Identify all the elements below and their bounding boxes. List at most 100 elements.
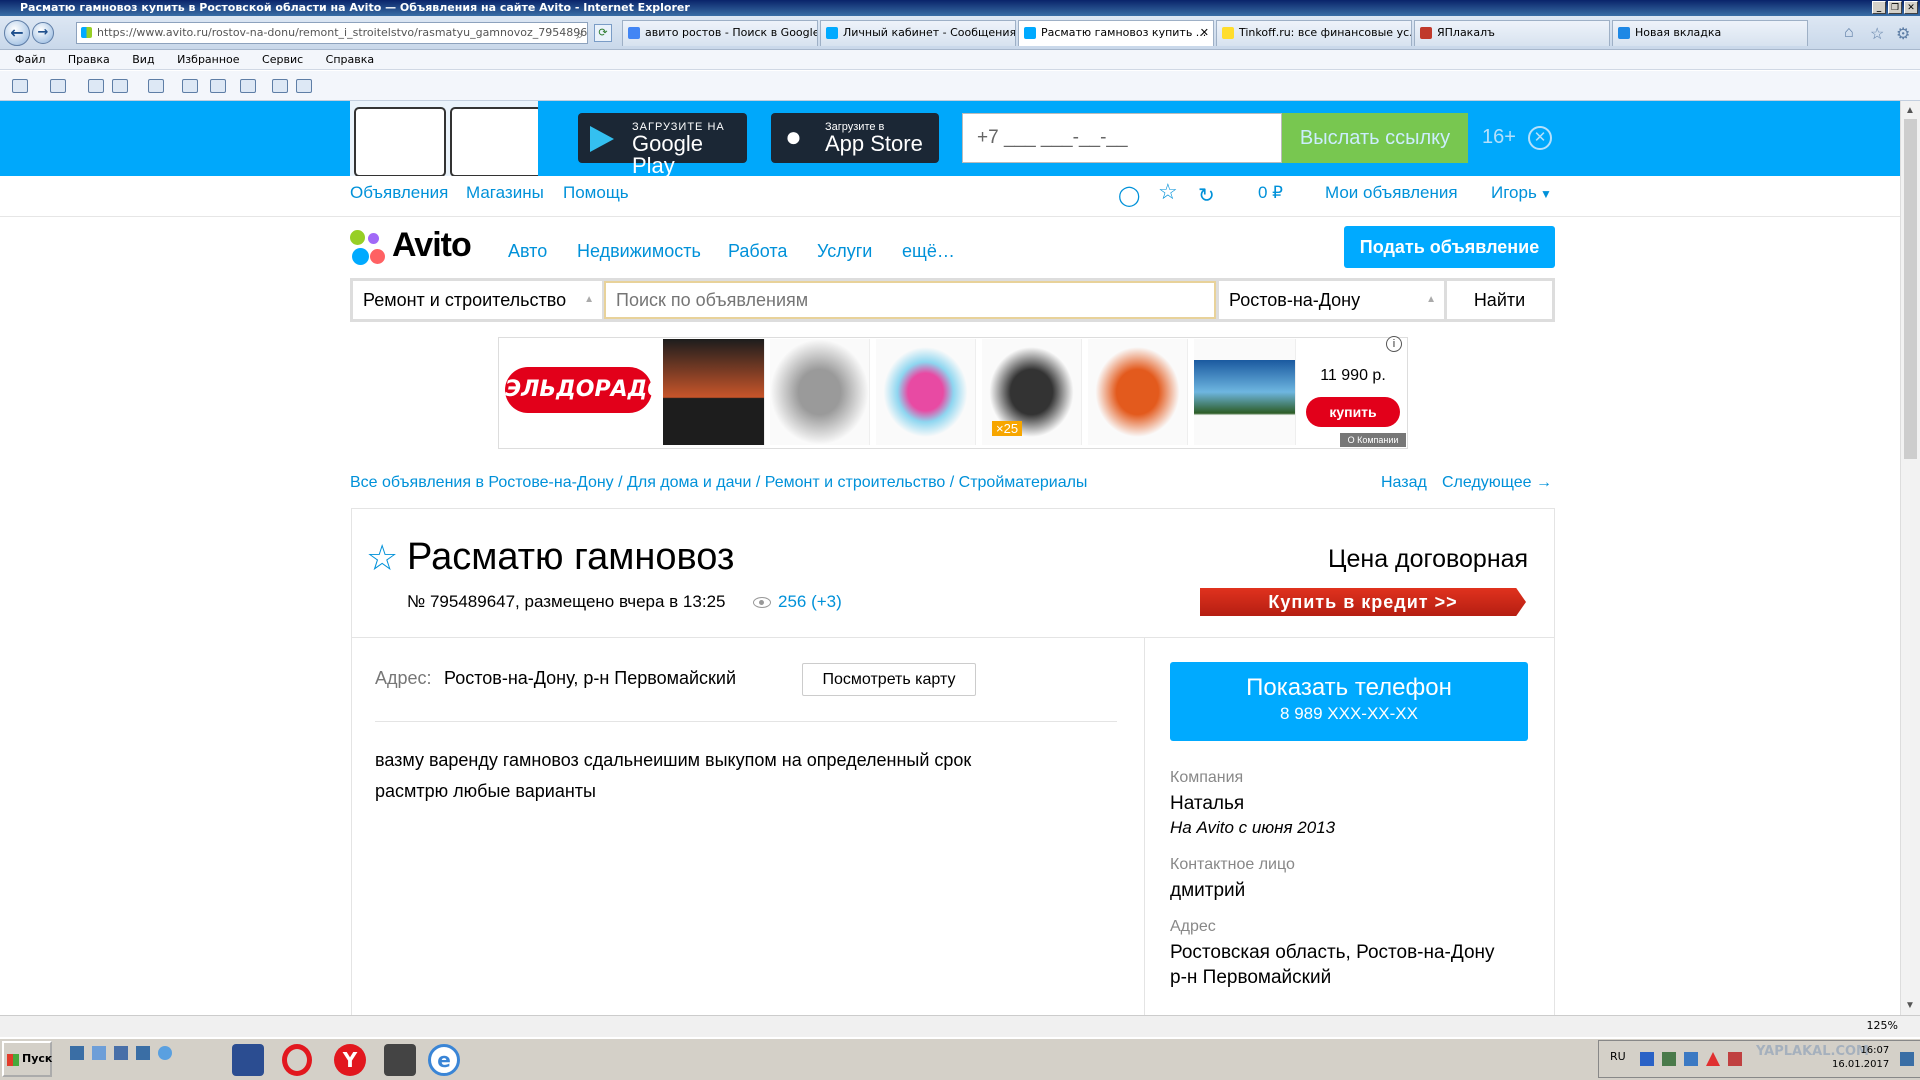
network-icon[interactable]: [1640, 1052, 1654, 1066]
view-map-button[interactable]: Посмотреть карту: [802, 663, 976, 696]
security-icon[interactable]: [1728, 1052, 1742, 1066]
ad-product-tv-image[interactable]: [663, 339, 765, 445]
back-arrow-icon[interactable]: ←: [4, 20, 30, 46]
save-icon[interactable]: [136, 1046, 150, 1060]
favorites-star-icon[interactable]: ☆: [1870, 24, 1884, 44]
nav-shops-link[interactable]: Магазины: [466, 183, 544, 203]
category-select[interactable]: Ремонт и строительство ▲: [353, 281, 602, 319]
google-play-button[interactable]: ЗАГРУЗИТЕ НА Google Play: [578, 113, 747, 177]
settings-gear-icon[interactable]: ⚙: [1896, 24, 1910, 44]
nav-help-link[interactable]: Помощь: [563, 183, 629, 203]
city-select[interactable]: Ростов-на-Дону ▲: [1219, 281, 1444, 319]
language-indicator[interactable]: RU: [1610, 1050, 1626, 1063]
restore-icon[interactable]: ❐: [1888, 1, 1902, 14]
show-desktop-icon[interactable]: [1900, 1052, 1914, 1066]
start-button[interactable]: Пуск: [2, 1041, 52, 1077]
addon-icon[interactable]: [296, 79, 312, 93]
scroll-down-icon[interactable]: ▼: [1905, 1000, 1915, 1011]
history-icon[interactable]: ↻: [1198, 183, 1215, 208]
scrollbar-thumb[interactable]: [1904, 119, 1917, 459]
yandex-browser-icon[interactable]: Y: [334, 1044, 366, 1076]
show-phone-button[interactable]: Показать телефон 8 989 XXX-XX-XX: [1170, 662, 1528, 741]
system-clock[interactable]: 16:07 16.01.2017: [1832, 1044, 1889, 1072]
rss-feed-icon[interactable]: [50, 79, 66, 93]
tray-app-icon[interactable]: [1662, 1052, 1676, 1066]
next-link[interactable]: Следующее →: [1442, 474, 1552, 492]
messages-icon[interactable]: ◯: [1118, 183, 1140, 208]
address-bar[interactable]: https://www.avito.ru/rostov-na-donu/remo…: [76, 22, 588, 44]
buy-on-credit-button[interactable]: Купить в кредит >>: [1200, 588, 1526, 616]
quick-launch-icon[interactable]: [92, 1046, 106, 1060]
home-icon[interactable]: ⌂: [1844, 24, 1854, 42]
safety-icon[interactable]: [182, 79, 198, 93]
opera-icon[interactable]: [282, 1044, 312, 1076]
breadcrumb[interactable]: Все объявления в Ростове-на-Дону / Для д…: [350, 474, 1087, 492]
close-icon[interactable]: ✕: [1904, 1, 1918, 14]
tab-close-icon[interactable]: ✕: [1200, 21, 1209, 45]
menu-view[interactable]: Вид: [132, 53, 154, 66]
avito-logo[interactable]: Avito: [392, 226, 472, 265]
help-icon[interactable]: [240, 79, 256, 93]
tab-messages[interactable]: Личный кабинет - Сообщения...: [820, 20, 1016, 46]
show-desktop-icon[interactable]: [70, 1046, 84, 1060]
category-more[interactable]: ещё…: [902, 241, 955, 262]
my-ads-link[interactable]: Мои объявления: [1325, 183, 1458, 203]
category-auto[interactable]: Авто: [508, 241, 547, 262]
media-player-icon[interactable]: [384, 1044, 416, 1076]
research-icon[interactable]: [272, 79, 288, 93]
category-realty[interactable]: Недвижимость: [577, 241, 701, 262]
company-name[interactable]: Наталья: [1170, 793, 1244, 815]
tab-new[interactable]: Новая вкладка: [1612, 20, 1808, 46]
minimize-icon[interactable]: _: [1872, 1, 1886, 14]
close-icon[interactable]: ✕: [1528, 126, 1552, 150]
favorites-star-icon[interactable]: ☆: [1158, 179, 1178, 205]
ie-icon[interactable]: [158, 1046, 172, 1060]
tab-yaplakal[interactable]: ЯПлакалъ: [1414, 20, 1610, 46]
search-icon[interactable]: ⌕: [576, 25, 583, 43]
refresh-icon[interactable]: ⟳: [594, 24, 612, 42]
app-store-button[interactable]: ● Загрузите в App Store: [771, 113, 939, 163]
category-jobs[interactable]: Работа: [728, 241, 787, 262]
floppy-save-icon[interactable]: [232, 1044, 264, 1076]
avito-logo-icon[interactable]: [350, 230, 386, 266]
scroll-up-icon[interactable]: ▲: [1905, 105, 1915, 116]
ad-product-coffee-image[interactable]: [1088, 339, 1188, 445]
nav-ads-link[interactable]: Объявления: [350, 183, 448, 203]
tab-tinkoff[interactable]: Tinkoff.ru: все финансовые ус...: [1216, 20, 1412, 46]
page-icon[interactable]: [148, 79, 164, 93]
search-input[interactable]: [604, 281, 1216, 319]
menu-tools[interactable]: Сервис: [262, 53, 303, 66]
vertical-scrollbar[interactable]: ▲ ▼: [1900, 101, 1920, 1015]
internet-explorer-icon[interactable]: e: [428, 1044, 460, 1076]
tools-gear-icon[interactable]: [210, 79, 226, 93]
ad-company-link[interactable]: О Компании: [1340, 433, 1406, 447]
print-icon[interactable]: [112, 79, 128, 93]
send-link-button[interactable]: Выслать ссылку: [1282, 113, 1468, 163]
ad-buy-button[interactable]: купить: [1306, 397, 1400, 427]
favorite-star-icon[interactable]: ☆: [366, 538, 398, 578]
info-icon[interactable]: i: [1386, 336, 1402, 352]
wallet-balance[interactable]: 0 ₽: [1258, 183, 1283, 203]
tab-current-listing[interactable]: Расматю гамновоз купить ... ✕: [1018, 20, 1214, 46]
phone-number-input[interactable]: +7 ___ ___-__-__: [962, 113, 1282, 163]
volume-icon[interactable]: [1684, 1052, 1698, 1066]
find-button[interactable]: Найти: [1447, 281, 1552, 319]
menu-help[interactable]: Справка: [326, 53, 374, 66]
eldorado-logo[interactable]: ЭЛЬДОРАДО: [505, 367, 666, 413]
post-ad-button[interactable]: Подать объявление: [1344, 226, 1555, 268]
back-link[interactable]: Назад: [1381, 474, 1427, 492]
category-services[interactable]: Услуги: [817, 241, 872, 262]
menu-favorites[interactable]: Избранное: [177, 53, 239, 66]
zoom-level[interactable]: 125%: [1867, 1019, 1898, 1032]
ad-product-tv-2-image[interactable]: [1194, 339, 1296, 445]
mail-icon[interactable]: [114, 1046, 128, 1060]
tab-google-search[interactable]: авито ростов - Поиск в Google: [622, 20, 818, 46]
home-icon[interactable]: [12, 79, 28, 93]
menu-file[interactable]: Файл: [15, 53, 45, 66]
user-menu[interactable]: Игорь: [1491, 183, 1537, 203]
forward-arrow-icon[interactable]: →: [32, 22, 54, 44]
mail-icon[interactable]: [88, 79, 104, 93]
menu-edit[interactable]: Правка: [68, 53, 110, 66]
ad-product-pedicure-image[interactable]: [876, 339, 976, 445]
chevron-down-icon[interactable]: ▼: [1540, 187, 1552, 201]
